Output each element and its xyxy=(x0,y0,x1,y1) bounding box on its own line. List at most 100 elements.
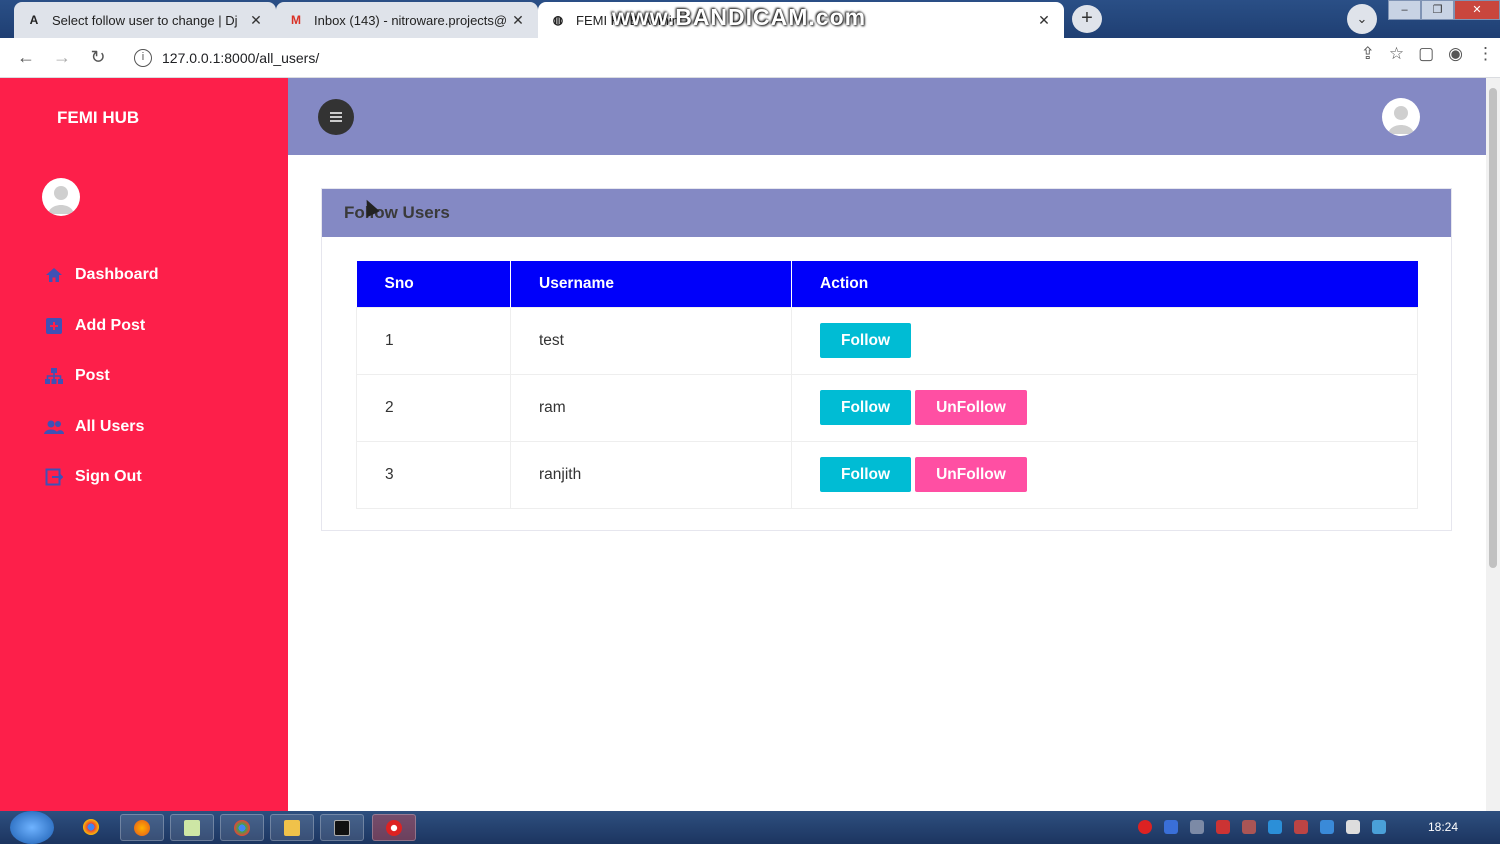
chrome-logo-icon xyxy=(234,820,250,836)
sidebar: FEMI HUB Dashboard Add Post Post All Use… xyxy=(0,78,288,811)
table-row: 1 test Follow xyxy=(356,306,1418,375)
security-icon[interactable] xyxy=(1216,820,1230,834)
display-icon[interactable] xyxy=(1372,820,1386,834)
follow-button[interactable]: Follow xyxy=(820,457,912,492)
sidebar-item-label: Add Post xyxy=(75,316,146,334)
close-icon[interactable]: ✕ xyxy=(1036,12,1052,29)
kebab-menu-icon[interactable]: ⋮ xyxy=(1477,44,1494,64)
back-icon[interactable]: ← xyxy=(8,47,44,68)
record-status-icon[interactable] xyxy=(1138,820,1152,834)
add-box-icon xyxy=(44,316,64,336)
chrome-logo-icon xyxy=(83,819,99,835)
hamburger-line xyxy=(330,120,342,122)
users-table: Sno Username Action 1 test Follow 2 ram … xyxy=(356,261,1418,509)
system-tray xyxy=(1138,820,1386,834)
sign-out-icon xyxy=(44,467,64,487)
connection-icon[interactable] xyxy=(1190,820,1204,834)
globe-icon: ◍ xyxy=(552,13,564,27)
follow-users-card: Follow Users Sno Username Action 1 test … xyxy=(321,188,1452,531)
profile-icon[interactable]: ◉ xyxy=(1448,44,1463,64)
sync-icon[interactable] xyxy=(1320,820,1334,834)
brand-title[interactable]: FEMI HUB xyxy=(57,108,139,128)
cell-sno: 1 xyxy=(356,306,511,375)
explorer-taskbar-icon[interactable] xyxy=(270,814,314,841)
header-avatar[interactable] xyxy=(1382,98,1420,136)
users-icon xyxy=(44,417,64,437)
follow-button[interactable]: Follow xyxy=(820,323,912,358)
signal-icon[interactable] xyxy=(1294,820,1308,834)
home-icon xyxy=(44,265,64,285)
cell-actions: Follow UnFollow xyxy=(791,373,1418,442)
tab-search-button[interactable]: ⌄ xyxy=(1347,4,1377,34)
close-window-button[interactable]: ✕ xyxy=(1454,0,1500,20)
browser-tab-django[interactable]: A Select follow user to change | Dj ✕ xyxy=(14,2,276,38)
address-bar[interactable]: i 127.0.0.1:8000/all_users/ xyxy=(122,42,1302,74)
new-tab-button[interactable]: + xyxy=(1072,5,1102,33)
sidebar-item-label: Sign Out xyxy=(75,468,142,486)
sidebar-item-label: Post xyxy=(75,367,110,385)
browser-tab-inbox[interactable]: M Inbox (143) - nitroware.projects@ ✕ xyxy=(276,2,538,38)
reload-icon[interactable]: ↻ xyxy=(80,47,116,68)
minimize-button[interactable]: – xyxy=(1388,0,1421,20)
django-favicon-icon: A xyxy=(29,13,39,27)
side-panel-icon[interactable]: ▢ xyxy=(1418,44,1434,64)
sidebar-item-dashboard[interactable]: Dashboard xyxy=(44,250,159,301)
bandicam-taskbar-icon[interactable] xyxy=(372,814,416,841)
search-tray-icon[interactable] xyxy=(1268,820,1282,834)
firefox-logo-icon xyxy=(134,820,150,836)
scrollbar-thumb[interactable] xyxy=(1489,88,1497,568)
browser-actions: ⇪ ☆ ▢ ◉ ⋮ xyxy=(1361,44,1494,64)
tab-title: Inbox (143) - nitroware.projects@ xyxy=(314,12,508,28)
terminal-icon xyxy=(334,820,350,836)
unfollow-button[interactable]: UnFollow xyxy=(915,457,1027,492)
forward-icon[interactable]: → xyxy=(44,47,80,68)
hamburger-menu-button[interactable] xyxy=(318,99,354,135)
page-scrollbar[interactable] xyxy=(1486,78,1500,811)
folder-icon xyxy=(284,820,300,836)
cell-sno: 3 xyxy=(356,440,511,509)
notepad-taskbar-icon[interactable] xyxy=(170,814,214,841)
close-icon[interactable]: ✕ xyxy=(510,12,526,29)
sidebar-item-all-users[interactable]: All Users xyxy=(44,402,159,453)
notepad-logo-icon xyxy=(184,820,200,836)
cell-username: test xyxy=(510,306,792,375)
sitemap-icon xyxy=(44,366,64,386)
column-header-sno: Sno xyxy=(356,261,511,307)
follow-button[interactable]: Follow xyxy=(820,390,912,425)
share-icon[interactable]: ⇪ xyxy=(1361,44,1375,64)
unfollow-button[interactable]: UnFollow xyxy=(915,390,1027,425)
bookmark-star-icon[interactable]: ☆ xyxy=(1389,44,1404,64)
sidebar-item-post[interactable]: Post xyxy=(44,351,159,402)
cmd-taskbar-icon[interactable] xyxy=(320,814,364,841)
cell-actions: Follow UnFollow xyxy=(791,440,1418,509)
sidebar-avatar[interactable] xyxy=(42,178,80,216)
user-silhouette-icon xyxy=(48,186,74,214)
restore-button[interactable]: ❐ xyxy=(1421,0,1454,20)
hamburger-line xyxy=(330,116,342,118)
flag-icon[interactable] xyxy=(1346,820,1360,834)
top-header xyxy=(288,78,1486,155)
info-icon[interactable]: i xyxy=(134,49,152,67)
network-app-icon[interactable] xyxy=(1164,820,1178,834)
sidebar-item-add-post[interactable]: Add Post xyxy=(44,301,159,352)
user-silhouette-icon xyxy=(1388,106,1414,134)
column-header-username: Username xyxy=(510,261,792,307)
sidebar-item-sign-out[interactable]: Sign Out xyxy=(44,452,159,503)
close-icon[interactable]: ✕ xyxy=(248,12,264,29)
sidebar-item-label: Dashboard xyxy=(75,266,159,284)
chrome-window-taskbar-icon[interactable] xyxy=(220,814,264,841)
window-controls: – ❐ ✕ xyxy=(1388,0,1500,20)
start-button[interactable] xyxy=(10,811,54,844)
volume-icon[interactable] xyxy=(1242,820,1256,834)
url-text: 127.0.0.1:8000/all_users/ xyxy=(162,50,320,66)
cell-username: ranjith xyxy=(510,440,792,509)
firefox-taskbar-icon[interactable] xyxy=(120,814,164,841)
cell-username: ram xyxy=(510,373,792,442)
chrome-taskbar-icon[interactable] xyxy=(70,814,114,841)
taskbar-clock[interactable]: 18:24 xyxy=(1428,820,1458,834)
table-header-row: Sno Username Action xyxy=(356,261,1418,307)
table-row: 3 ranjith Follow UnFollow xyxy=(356,440,1418,509)
tab-title: Select follow user to change | Dj xyxy=(52,12,238,28)
browser-tab-bar: A Select follow user to change | Dj ✕ M … xyxy=(0,0,1500,38)
sidebar-item-label: All Users xyxy=(75,417,145,435)
